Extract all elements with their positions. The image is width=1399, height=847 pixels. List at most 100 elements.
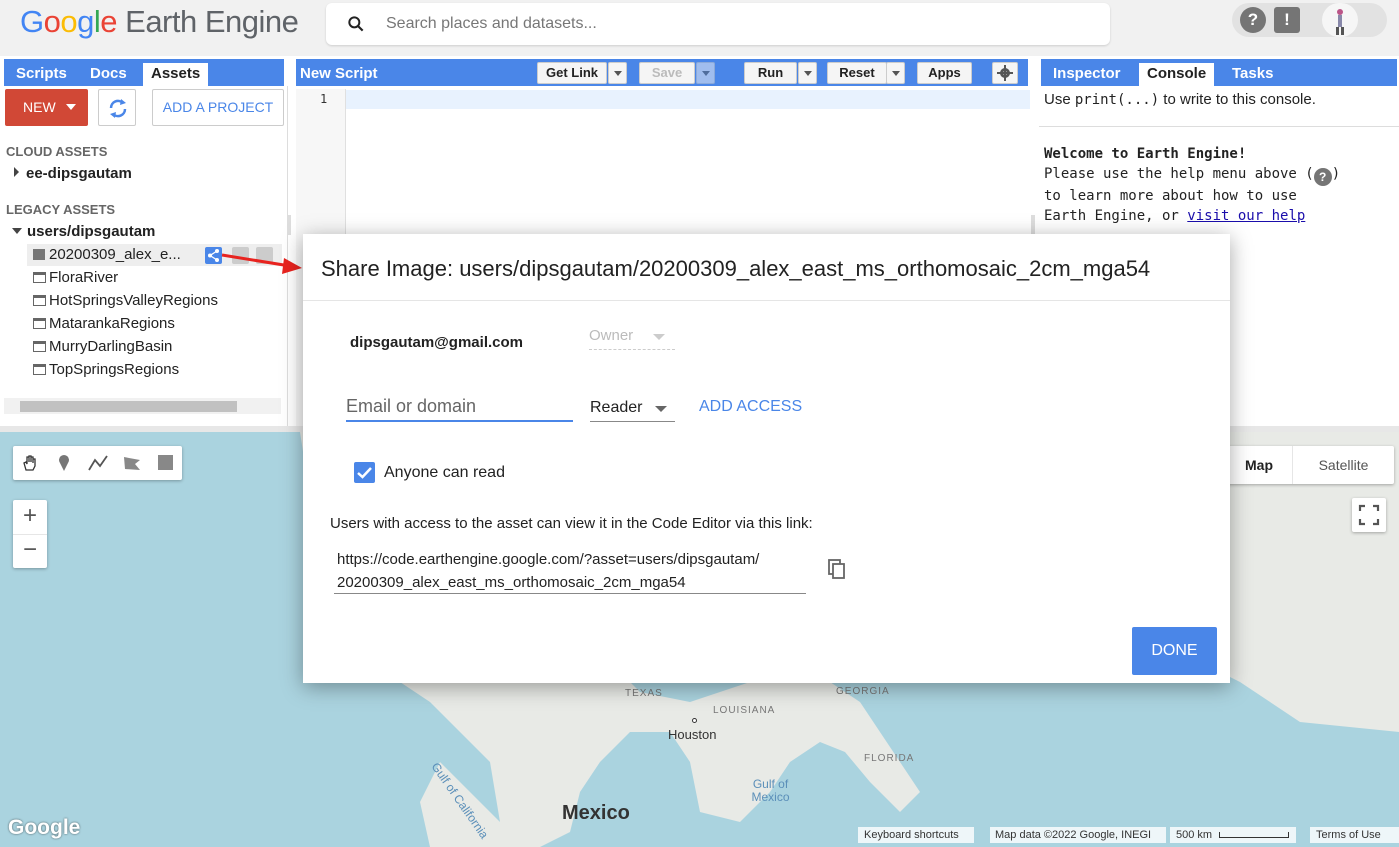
keyboard-shortcuts-link[interactable]: Keyboard shortcuts [858,827,974,843]
tab-inspector[interactable]: Inspector [1045,63,1129,86]
marker-icon[interactable] [55,454,73,472]
rectangle-tool-icon[interactable] [158,455,173,470]
tab-tasks[interactable]: Tasks [1224,63,1281,86]
logo-product: Earth Engine [125,4,299,39]
owner-email: dipsgautam@gmail.com [350,334,523,351]
map-label-mexico: Mexico [562,802,630,824]
help-icon[interactable]: ? [1240,7,1266,33]
search-input[interactable] [386,3,1086,45]
dialog-title: Share Image: users/dipsgautam/20200309_a… [321,256,1151,281]
legacy-root-item[interactable]: users/dipsgautam [12,223,155,240]
scale-label: 500 km [1176,829,1213,841]
asset-label: FloraRiver [49,269,119,286]
asset-label: MurryDarlingBasin [49,338,173,355]
map-type-control: Map Satellite [1226,446,1394,484]
zoom-controls: + − [13,500,47,568]
hint-suffix: to write to this console. [1159,91,1316,108]
help-link[interactable]: visit our help [1187,208,1305,224]
link-line-2: 20200309_alex_east_ms_orthomosaic_2cm_mg… [337,574,686,591]
asset-item[interactable]: HotSpringsValleyRegions [33,292,218,309]
copy-icon[interactable] [827,558,847,580]
link-line-1: https://code.earthengine.google.com/?ass… [337,551,760,568]
help-icon: ? [1313,168,1332,186]
asset-item[interactable]: MurryDarlingBasin [33,338,172,355]
city-marker [692,718,697,723]
run-dropdown[interactable] [798,62,817,84]
avatar[interactable] [1322,3,1358,37]
save-dropdown[interactable] [696,62,715,84]
console-hint: Use print(...) to write to this console. [1044,91,1316,108]
asset-item[interactable]: TopSpringsRegions [33,361,179,378]
current-line-highlight [296,90,1030,109]
panel-splitter-handle[interactable] [1031,215,1035,235]
asset-item[interactable]: FloraRiver [33,269,118,286]
asset-label: MatarankaRegions [49,315,175,332]
asset-item[interactable]: MatarankaRegions [33,315,175,332]
owner-role-label: Owner [589,327,634,344]
reset-dropdown[interactable] [886,62,905,84]
get-link-button[interactable]: Get Link [537,62,607,84]
add-project-button[interactable]: ADD A PROJECT [152,89,284,126]
line-number: 1 [320,92,328,106]
scale-bar[interactable]: 500 km [1170,827,1296,843]
app-logo[interactable]: Google Earth Engine [20,4,299,40]
top-right-controls: ? ! [1232,3,1387,37]
feedback-icon[interactable]: ! [1274,7,1300,33]
legacy-root-label: users/dipsgautam [27,223,156,240]
role-select[interactable]: Reader [590,396,675,422]
share-link-field[interactable]: https://code.earthengine.google.com/?ass… [334,548,806,594]
tab-scripts[interactable]: Scripts [8,63,75,86]
link-hint: Users with access to the asset can view … [330,515,813,532]
tab-docs[interactable]: Docs [82,63,135,86]
refresh-button[interactable] [98,89,136,126]
fullscreen-button[interactable] [1352,498,1386,532]
search-box[interactable] [326,3,1110,45]
email-field[interactable] [346,392,573,422]
get-link-dropdown[interactable] [608,62,627,84]
anyone-can-read-label[interactable]: Anyone can read [384,464,505,482]
line-tool-icon[interactable] [88,454,108,472]
table-icon [33,272,46,283]
map-type-map[interactable]: Map [1226,446,1292,484]
anyone-can-read-checkbox[interactable] [354,462,375,483]
tab-console[interactable]: Console [1139,63,1215,86]
fullscreen-icon [1358,504,1380,526]
map-type-satellite[interactable]: Satellite [1292,446,1394,484]
tab-assets[interactable]: Assets [143,63,209,86]
refresh-icon [109,99,127,118]
map-label-florida: FLORIDA [864,753,915,764]
asset-label: TopSpringsRegions [49,361,180,378]
zoom-in-button[interactable]: + [13,500,47,534]
terms-link[interactable]: Terms of Use [1310,827,1399,843]
apps-button[interactable]: Apps [917,62,972,84]
cloud-project-label: ee-dipsgautam [26,165,132,182]
pan-hand-icon[interactable] [21,454,39,472]
paren: ) [1331,166,1341,182]
checkmark-icon [357,467,372,479]
reset-button[interactable]: Reset [827,62,887,84]
annotation-arrow-icon [221,253,302,274]
drawing-tools [13,446,182,480]
hint-code: print(...) [1074,92,1160,108]
run-button[interactable]: Run [744,62,797,84]
add-access-button[interactable]: ADD ACCESS [699,398,802,416]
polygon-tool-icon[interactable] [122,454,142,472]
scrollbar-thumb[interactable] [20,401,237,412]
welcome-line-3: Earth Engine, or visit our help [1044,208,1305,224]
map-label-texas: TEXAS [625,688,663,699]
chevron-down-icon [655,406,667,412]
done-button[interactable]: DONE [1132,627,1217,675]
panel-splitter-handle[interactable] [287,215,291,235]
cloud-project-item[interactable]: ee-dipsgautam [14,165,132,182]
new-label: NEW [23,99,56,115]
settings-button[interactable] [992,62,1018,84]
table-icon [33,318,46,329]
legacy-assets-label: LEGACY ASSETS [6,202,116,217]
asset-item[interactable]: 20200309_alex_e... [33,246,181,263]
save-button[interactable]: Save [639,62,695,84]
chevron-right-icon [14,167,19,177]
zoom-out-button[interactable]: − [13,534,47,568]
horizontal-scrollbar[interactable] [4,398,281,414]
owner-role-select: Owner [589,326,675,350]
new-button[interactable]: NEW [5,89,88,126]
